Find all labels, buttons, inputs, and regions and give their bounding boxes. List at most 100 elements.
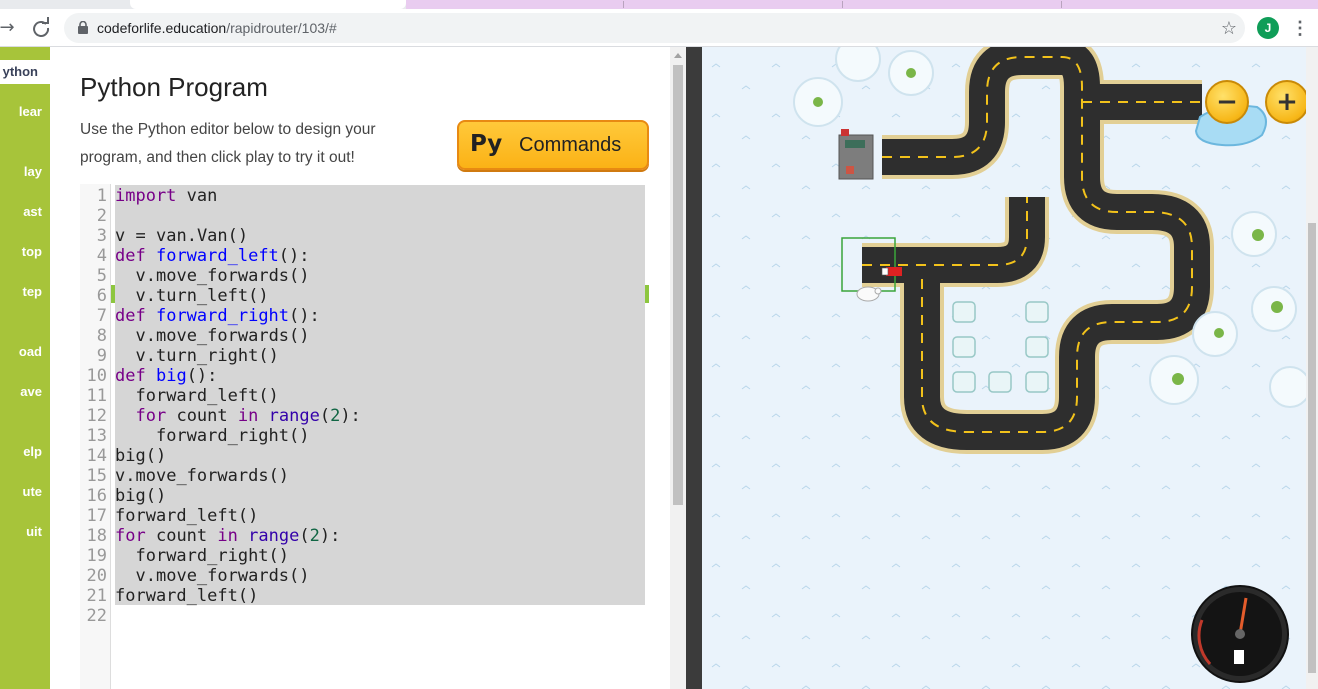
commands-label: Commands — [519, 134, 622, 156]
code-text[interactable]: v.move_forwards() — [115, 266, 309, 286]
sidebar-item-quit[interactable]: uit — [0, 520, 50, 544]
sidebar-item-mute[interactable]: ute — [0, 480, 50, 504]
line-number: 13 — [86, 426, 107, 446]
python-panel: Python Program Use the Python editor bel… — [50, 47, 670, 689]
game-map[interactable]: − + — [702, 47, 1306, 689]
sidebar-item-save[interactable]: ave — [0, 380, 50, 404]
code-text[interactable]: forward_right() — [115, 546, 289, 566]
road-network — [702, 47, 1306, 689]
line-number: 20 — [86, 566, 107, 586]
code-line[interactable]: 18 for count in range(2): — [80, 526, 646, 546]
sidebar-item-clear[interactable]: lear — [0, 100, 50, 124]
sidebar-item-step[interactable]: tep — [0, 280, 50, 304]
bookmark-star-icon[interactable]: ☆ — [1221, 18, 1237, 39]
line-number: 6 — [96, 286, 107, 306]
commands-button[interactable]: Py Commands — [457, 120, 649, 170]
line-number: 19 — [86, 546, 107, 566]
panel-scrollbar[interactable] — [670, 47, 686, 689]
sidebar-item-help[interactable]: elp — [0, 440, 50, 464]
code-line[interactable]: 1 import van — [80, 186, 646, 206]
sidebar-item-play[interactable]: lay — [0, 160, 50, 184]
zoom-out-button[interactable]: − — [1205, 80, 1249, 124]
zoom-in-button[interactable]: + — [1265, 80, 1306, 124]
code-text[interactable]: def forward_left(): — [115, 246, 310, 266]
lock-icon — [78, 21, 88, 34]
scrollbar-thumb[interactable] — [1308, 223, 1316, 673]
code-line[interactable]: 2 — [80, 206, 646, 226]
code-text[interactable]: forward_right() — [115, 426, 310, 446]
browser-menu-icon[interactable]: ⋮ — [1290, 17, 1310, 39]
tab-separator — [623, 1, 624, 8]
code-text[interactable]: def big(): — [115, 366, 217, 386]
forward-icon[interactable]: → — [0, 15, 20, 41]
code-line[interactable]: 7 def forward_right(): — [80, 306, 646, 326]
code-text[interactable]: big() — [115, 486, 166, 506]
map-scrollbar[interactable] — [1306, 47, 1318, 689]
line-number: 14 — [86, 446, 107, 466]
line-number: 3 — [96, 226, 107, 246]
profile-avatar[interactable]: J — [1257, 17, 1279, 39]
code-text[interactable]: forward_left() — [115, 386, 278, 406]
code-line[interactable]: 14 big() — [80, 446, 646, 466]
line-number: 16 — [86, 486, 107, 506]
line-number: 21 — [86, 586, 107, 606]
tab-group[interactable] — [406, 0, 1318, 9]
url-text[interactable]: codeforlife.education/rapidrouter/103/# — [97, 20, 337, 36]
code-line[interactable]: 16 big() — [80, 486, 646, 506]
code-line[interactable]: 9 v.turn_right() — [80, 346, 646, 366]
code-text[interactable]: forward_left() — [115, 586, 258, 606]
code-text[interactable]: big() — [115, 446, 166, 466]
line-number: 2 — [96, 206, 107, 226]
sidebar-item-fast[interactable]: ast — [0, 200, 50, 224]
panel-divider[interactable] — [686, 47, 702, 689]
code-text[interactable]: def forward_right(): — [115, 306, 320, 326]
code-line[interactable]: 19 forward_right() — [80, 546, 646, 566]
line-number: 1 — [96, 186, 107, 206]
code-text[interactable]: v.move_forwards() — [115, 466, 289, 486]
code-editor[interactable]: 1 import van 2 3 v = van.Van() 4 def forward_l… — [80, 184, 649, 689]
code-line[interactable]: 15 v.move_forwards() — [80, 466, 646, 486]
van-icon — [881, 267, 902, 276]
line-number: 8 — [96, 326, 107, 346]
python-logo-icon: Py — [470, 131, 503, 157]
address-bar[interactable]: codeforlife.education/rapidrouter/103/# … — [64, 13, 1245, 43]
code-line[interactable]: 13 forward_right() — [80, 426, 646, 446]
line-number: 10 — [86, 366, 107, 386]
reload-icon[interactable] — [28, 15, 54, 41]
code-text[interactable]: v.turn_right() — [115, 346, 278, 366]
code-text[interactable]: v.turn_left() — [115, 286, 268, 306]
code-line[interactable]: 12 for count in range(2): — [80, 406, 646, 426]
code-line[interactable]: 21 forward_left() — [80, 586, 646, 606]
sidebar-item-python[interactable]: ython — [0, 60, 50, 84]
code-line[interactable]: 5 v.move_forwards() — [80, 266, 646, 286]
page-title: Python Program — [80, 72, 268, 102]
code-text[interactable]: import van — [115, 186, 217, 206]
code-text[interactable]: for count in range(2): — [115, 406, 360, 426]
line-number: 11 — [86, 386, 107, 406]
code-line[interactable]: 20 v.move_forwards() — [80, 566, 646, 586]
sidebar-item-stop[interactable]: top — [0, 240, 50, 264]
code-text[interactable]: v.move_forwards() — [115, 566, 309, 586]
code-line[interactable]: 3 v = van.Van() — [80, 226, 646, 246]
line-number: 9 — [96, 346, 107, 366]
scrollbar-thumb[interactable] — [673, 65, 683, 505]
line-number: 7 — [96, 306, 107, 326]
speedometer-icon — [1191, 585, 1289, 683]
code-line[interactable]: 17 forward_left() — [80, 506, 646, 526]
scroll-up-icon[interactable] — [674, 53, 682, 58]
code-line[interactable]: 22 — [80, 606, 646, 626]
line-number: 12 — [86, 406, 107, 426]
line-number: 4 — [96, 246, 107, 266]
code-text[interactable]: forward_left() — [115, 506, 258, 526]
code-text[interactable]: v.move_forwards() — [115, 326, 309, 346]
code-line[interactable]: 8 v.move_forwards() — [80, 326, 646, 346]
tab-separator — [842, 1, 843, 8]
code-line[interactable]: 4 def forward_left(): — [80, 246, 646, 266]
code-text[interactable]: v = van.Van() — [115, 226, 248, 246]
code-line[interactable]: 6 v.turn_left() — [80, 286, 646, 306]
code-line[interactable]: 11 forward_left() — [80, 386, 646, 406]
tab-active[interactable] — [130, 0, 406, 9]
sidebar-item-load[interactable]: oad — [0, 340, 50, 364]
code-text[interactable]: for count in range(2): — [115, 526, 340, 546]
code-line[interactable]: 10 def big(): — [80, 366, 646, 386]
